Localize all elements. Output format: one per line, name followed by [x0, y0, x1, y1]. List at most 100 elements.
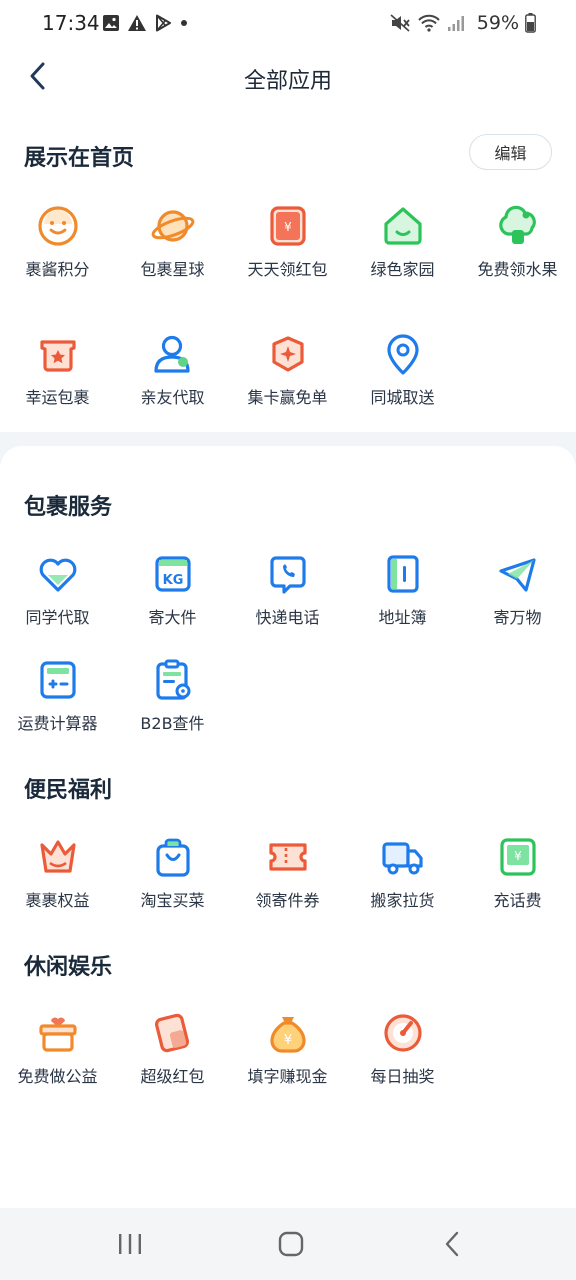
- app-label: 裹酱积分: [25, 260, 90, 279]
- signal-icon: [447, 16, 464, 31]
- svg-text:KG: KG: [162, 573, 183, 588]
- planet-icon: [151, 204, 195, 248]
- app-label: 亲友代取: [140, 388, 205, 407]
- crown-icon: [36, 835, 80, 879]
- app-label: 超级红包: [140, 1067, 205, 1086]
- app-label: 同学代取: [25, 608, 90, 627]
- app-item-city-delivery[interactable]: 同城取送: [345, 332, 460, 432]
- app-label: 包裹星球: [140, 260, 205, 279]
- app-label: 每日抽奖: [370, 1067, 435, 1086]
- super-envelope-icon: [151, 1011, 195, 1055]
- gallery-icon: [103, 15, 119, 31]
- app-item-classmate-pickup[interactable]: 同学代取: [0, 552, 115, 652]
- app-label: 免费领水果: [477, 260, 558, 279]
- app-item-free-fruit[interactable]: 免费领水果: [460, 204, 575, 304]
- play-store-icon: [156, 14, 171, 32]
- warning-icon: [128, 15, 146, 31]
- phone-icon: [266, 552, 310, 596]
- recent-apps-button[interactable]: [110, 1228, 150, 1260]
- section-title-parcel: 包裹服务: [24, 495, 113, 520]
- app-label: 充话费: [493, 891, 542, 910]
- app-item-jiang-points[interactable]: 裹酱积分: [0, 204, 115, 304]
- location-pin-icon: [381, 332, 425, 376]
- app-label: 快递电话: [255, 608, 320, 627]
- red-envelope-icon: ¥: [266, 204, 310, 248]
- dot-icon: [181, 20, 187, 26]
- money-bag-icon: ¥: [266, 1011, 310, 1055]
- status-bar: 17:34 59%: [0, 0, 576, 48]
- paper-plane-icon: [496, 552, 540, 596]
- address-book-icon: [381, 552, 425, 596]
- status-time: 17:34: [42, 11, 100, 35]
- app-item-free-charity[interactable]: 免费做公益: [0, 1011, 115, 1111]
- app-item-collect-cards[interactable]: 集卡赢免单: [230, 332, 345, 432]
- svg-text:¥: ¥: [514, 849, 522, 863]
- smile-coin-icon: [36, 204, 80, 248]
- back-icon: [445, 1231, 459, 1257]
- app-item-address-book[interactable]: 地址簿: [345, 552, 460, 652]
- home-button[interactable]: [271, 1228, 311, 1260]
- ticket-icon: [266, 835, 310, 879]
- friend-user-icon: [151, 332, 195, 376]
- app-item-daily-red-envelope[interactable]: ¥ 天天领红包: [230, 204, 345, 304]
- clipboard-search-icon: [151, 658, 195, 702]
- lucky-box-icon: [36, 332, 80, 376]
- wifi-icon: [418, 14, 440, 32]
- section-title-welfare: 便民福利: [24, 778, 113, 803]
- notification-icons: [102, 14, 189, 32]
- recent-apps-icon: [119, 1234, 141, 1254]
- app-label: 绿色家园: [370, 260, 435, 279]
- home-icon: [278, 1231, 304, 1257]
- app-label: 寄万物: [493, 608, 542, 627]
- app-item-friend-pickup[interactable]: 亲友代取: [115, 332, 230, 432]
- heart-icon: [36, 552, 80, 596]
- app-label: 填字赚现金: [247, 1067, 328, 1086]
- truck-icon: [381, 835, 425, 879]
- calculator-icon: [36, 658, 80, 702]
- app-item-send-large[interactable]: KG 寄大件: [115, 552, 230, 652]
- app-label: 搬家拉货: [370, 891, 435, 910]
- section-title-leisure: 休闲娱乐: [24, 955, 113, 980]
- app-item-parcel-planet[interactable]: 包裹星球: [115, 204, 230, 304]
- app-item-freight-calculator[interactable]: 运费计算器: [0, 658, 115, 758]
- system-navigation-bar: [0, 1208, 576, 1280]
- section-title-home: 展示在首页: [24, 146, 135, 171]
- green-home-icon: [381, 204, 425, 248]
- app-item-shipping-coupon[interactable]: 领寄件券: [230, 835, 345, 935]
- battery-percent: 59%: [476, 12, 519, 34]
- app-label: 免费做公益: [17, 1067, 98, 1086]
- app-item-phone-recharge[interactable]: ¥ 充话费: [460, 835, 575, 935]
- app-item-lucky-parcel[interactable]: 幸运包裹: [0, 332, 115, 432]
- shopping-bag-icon: [151, 835, 195, 879]
- battery-icon: [525, 13, 536, 33]
- app-item-moving-freight[interactable]: 搬家拉货: [345, 835, 460, 935]
- app-item-word-fill-cash[interactable]: ¥ 填字赚现金: [230, 1011, 345, 1111]
- app-label: 幸运包裹: [25, 388, 90, 407]
- app-item-b2b-tracking[interactable]: B2B查件: [115, 658, 230, 758]
- app-label: 同城取送: [370, 388, 435, 407]
- app-label: B2B查件: [140, 714, 205, 733]
- edit-button[interactable]: 编辑: [469, 134, 552, 170]
- app-item-daily-lottery[interactable]: 每日抽奖: [345, 1011, 460, 1111]
- app-item-super-envelope[interactable]: 超级红包: [115, 1011, 230, 1111]
- card-collect-icon: [266, 332, 310, 376]
- app-label: 运费计算器: [17, 714, 98, 733]
- app-item-guoguo-benefits[interactable]: 裹裹权益: [0, 835, 115, 935]
- system-status: 59%: [389, 12, 536, 34]
- app-item-courier-phone[interactable]: 快递电话: [230, 552, 345, 652]
- svg-text:¥: ¥: [284, 220, 292, 234]
- app-label: 领寄件券: [255, 891, 320, 910]
- back-nav-button[interactable]: [432, 1228, 472, 1260]
- app-header: 全部应用: [0, 48, 576, 110]
- app-label: 天天领红包: [247, 260, 328, 279]
- mute-icon: [390, 14, 410, 32]
- kg-box-icon: KG: [151, 552, 195, 596]
- svg-text:¥: ¥: [283, 1033, 291, 1048]
- app-item-green-home[interactable]: 绿色家园: [345, 204, 460, 304]
- app-item-send-anything[interactable]: 寄万物: [460, 552, 575, 652]
- lottery-dial-icon: [381, 1011, 425, 1055]
- app-label: 淘宝买菜: [140, 891, 205, 910]
- app-item-taobao-grocery[interactable]: 淘宝买菜: [115, 835, 230, 935]
- app-label: 集卡赢免单: [247, 388, 328, 407]
- charity-box-icon: [36, 1011, 80, 1055]
